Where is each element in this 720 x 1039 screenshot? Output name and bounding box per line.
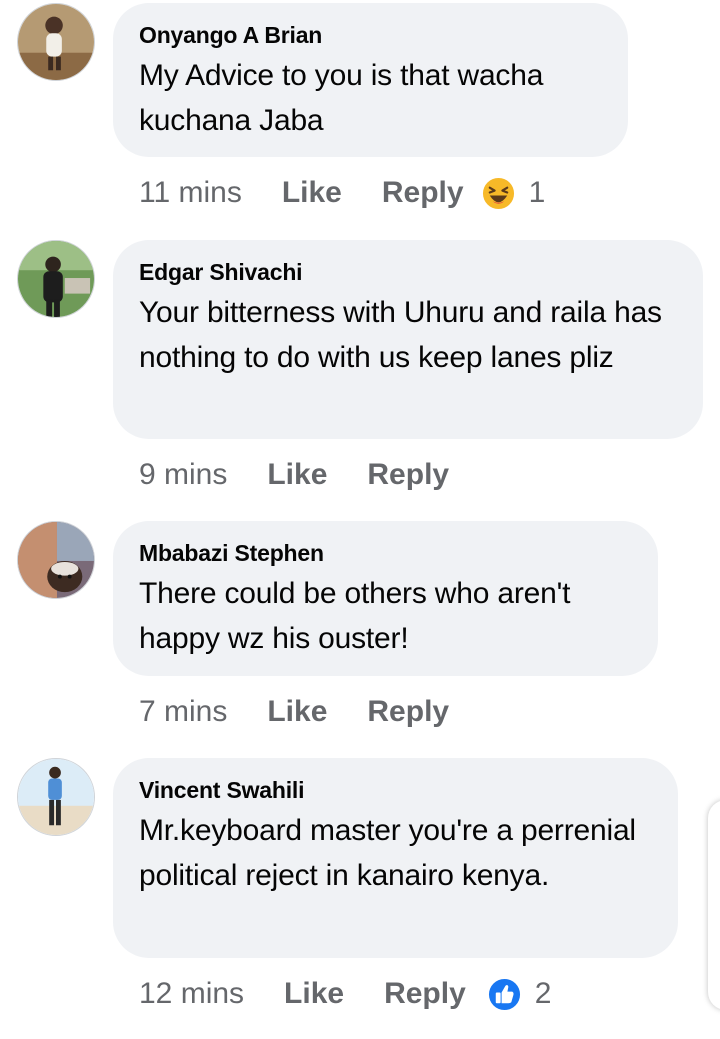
comment-meta: 9 mins Like Reply bbox=[139, 455, 489, 495]
comment-author[interactable]: Edgar Shivachi bbox=[139, 258, 677, 286]
comment-text: There could be others who aren't happy w… bbox=[139, 577, 571, 655]
comment-author[interactable]: Vincent Swahili bbox=[139, 776, 652, 804]
reply-button[interactable]: Reply bbox=[367, 695, 449, 729]
comment-timestamp[interactable]: 7 mins bbox=[139, 695, 227, 729]
reaction-count: 2 bbox=[534, 977, 552, 1010]
comment-text: Mr.keyboard master you're a perrenial po… bbox=[139, 814, 636, 892]
comment-text: My Advice to you is that wacha kuchana J… bbox=[139, 59, 544, 137]
comment-meta: 11 mins Like Reply 1 bbox=[139, 173, 545, 213]
comment-bubble: Mbabazi Stephen There could be others wh… bbox=[113, 521, 658, 676]
partial-card-edge bbox=[708, 800, 720, 1010]
comment-timestamp[interactable]: 11 mins bbox=[139, 176, 242, 210]
reply-button[interactable]: Reply bbox=[382, 176, 464, 210]
avatar[interactable] bbox=[17, 758, 95, 836]
comment-author[interactable]: Onyango A Brian bbox=[139, 21, 602, 49]
reaction-summary[interactable]: 1 bbox=[482, 176, 546, 210]
comment-timestamp[interactable]: 12 mins bbox=[139, 977, 244, 1011]
comment-text: Your bitterness with Uhuru and raila has… bbox=[139, 296, 662, 374]
like-button[interactable]: Like bbox=[267, 458, 327, 492]
comment-timestamp[interactable]: 9 mins bbox=[139, 458, 227, 492]
reaction-summary[interactable]: 2 bbox=[488, 977, 552, 1011]
reply-button[interactable]: Reply bbox=[384, 977, 466, 1011]
reaction-count: 1 bbox=[528, 176, 546, 209]
avatar[interactable] bbox=[17, 521, 95, 599]
comment-bubble: Edgar Shivachi Your bitterness with Uhur… bbox=[113, 240, 703, 439]
avatar[interactable] bbox=[17, 3, 95, 81]
comment-author[interactable]: Mbabazi Stephen bbox=[139, 539, 632, 567]
like-button[interactable]: Like bbox=[284, 977, 344, 1011]
haha-emoji-icon bbox=[482, 177, 515, 210]
like-button[interactable]: Like bbox=[282, 176, 342, 210]
comment-bubble: Onyango A Brian My Advice to you is that… bbox=[113, 3, 628, 157]
reply-button[interactable]: Reply bbox=[367, 458, 449, 492]
like-button[interactable]: Like bbox=[267, 695, 327, 729]
comment-bubble: Vincent Swahili Mr.keyboard master you'r… bbox=[113, 758, 678, 958]
comment-meta: 7 mins Like Reply bbox=[139, 692, 489, 732]
avatar[interactable] bbox=[17, 240, 95, 318]
like-thumb-icon bbox=[488, 978, 521, 1011]
comment-meta: 12 mins Like Reply 2 bbox=[139, 974, 551, 1014]
